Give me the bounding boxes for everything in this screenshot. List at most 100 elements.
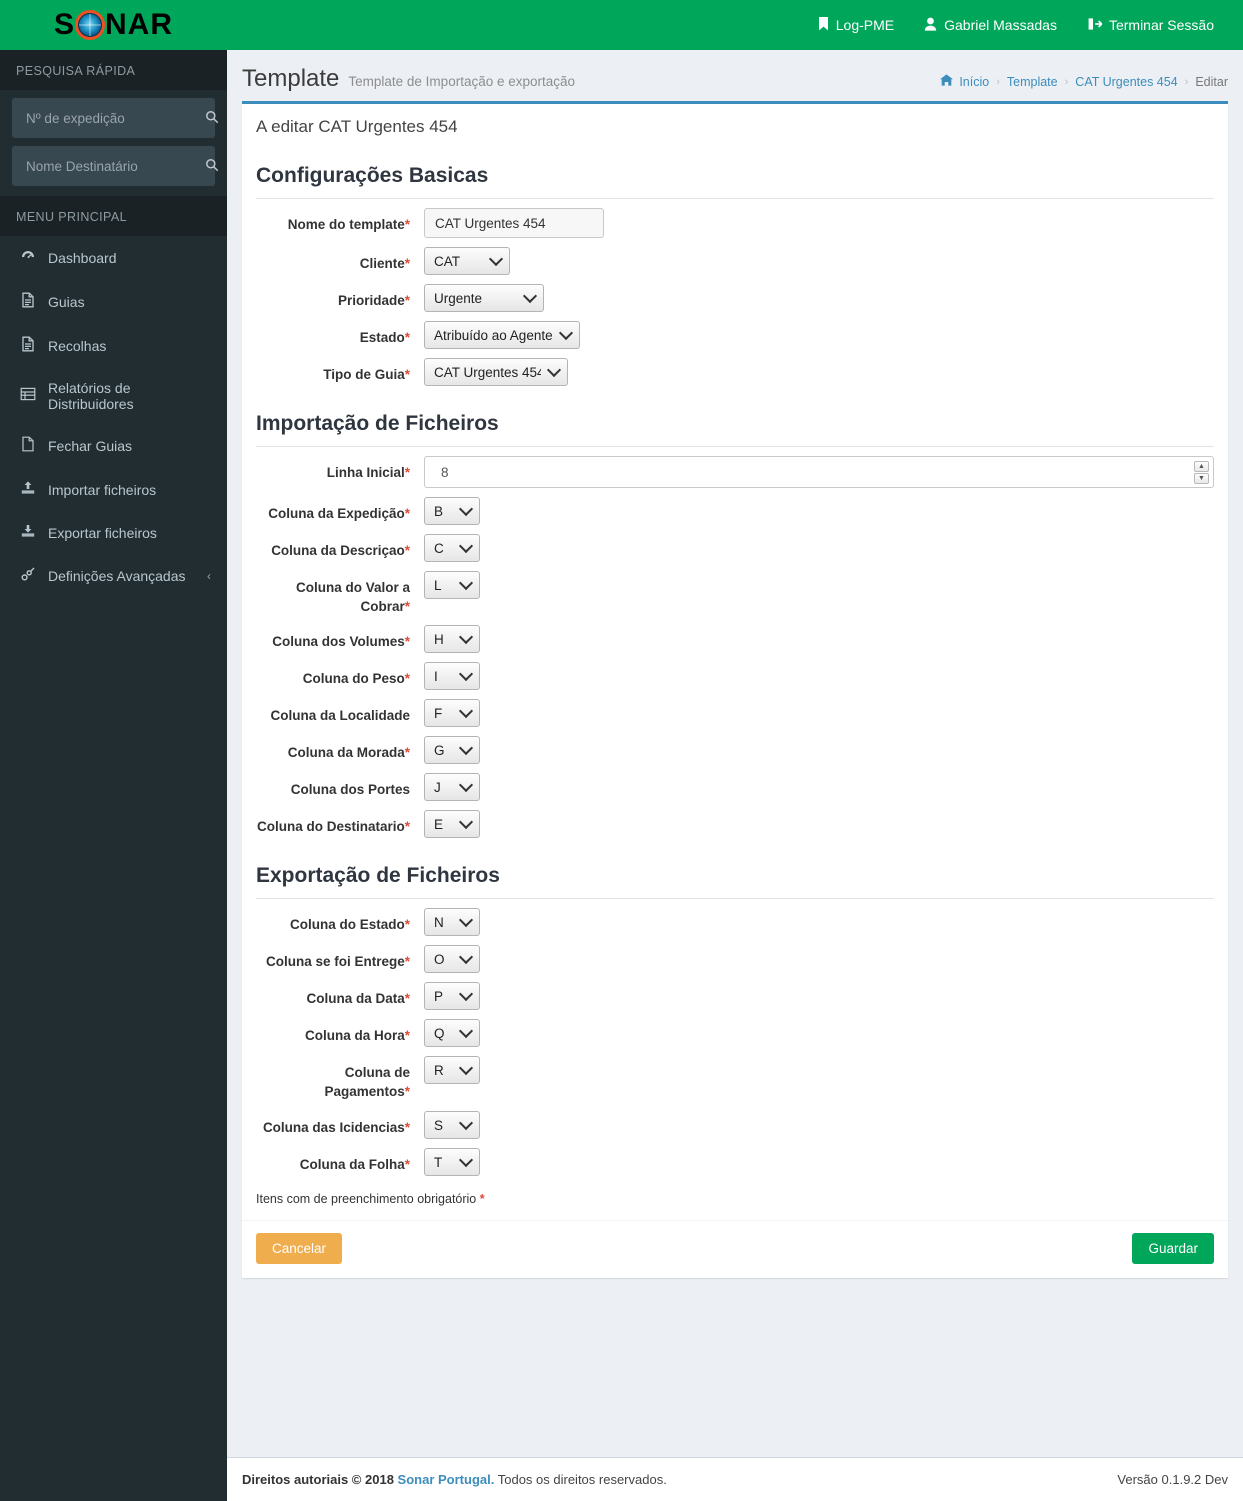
label-text: Tipo de Guia (323, 367, 405, 382)
search-input-expedicao[interactable] (24, 109, 205, 127)
sidebar-item-definicoes-avancadas[interactable]: Definições Avançadas ‹ (0, 554, 227, 598)
file-icon (19, 292, 37, 312)
coluna-da-descricao-select[interactable]: C (424, 534, 480, 562)
coluna-das-icidencias-select[interactable]: S (424, 1110, 480, 1139)
required-marker: * (404, 256, 410, 271)
search-icon[interactable] (205, 110, 219, 127)
coluna-do-estado-select[interactable]: N (424, 908, 480, 937)
page-title: Template (242, 65, 340, 92)
required-marker: * (404, 991, 410, 1007)
nav-item-logout[interactable]: Terminar Sessão (1072, 0, 1229, 50)
breadcrumb-item-inicio[interactable]: Início (939, 74, 989, 89)
save-button[interactable]: Guardar (1132, 1232, 1214, 1264)
estado-select[interactable]: Atribuído ao Agente (424, 321, 580, 349)
sidebar-item-label: Relatórios de Distribuidores (48, 380, 134, 412)
field-coluna-dos-volumes: H (424, 625, 1214, 654)
form-group-coluna-da-morada: Coluna da Morada* G (256, 727, 1214, 765)
breadcrumb-item-cat-urgentes[interactable]: CAT Urgentes 454 (1075, 75, 1177, 89)
brand-logo[interactable]: S NAR (0, 0, 227, 50)
coluna-dos-volumes-select[interactable]: H (424, 625, 480, 654)
required-marker: * (404, 217, 410, 232)
linha-inicial-input[interactable] (439, 463, 1194, 481)
coluna-da-folha-select[interactable]: T (424, 1147, 480, 1176)
sidebar-item-relatorios[interactable]: Relatórios de Distribuidores (0, 368, 227, 424)
coluna-da-data-select[interactable]: P (424, 982, 480, 1011)
label-text: Coluna do Estado (289, 917, 405, 933)
field-coluna-da-localidade: F (424, 699, 1214, 728)
label-coluna-da-hora: Coluna da Hora* (256, 1019, 424, 1045)
nav-item-user[interactable]: Gabriel Massadas (909, 0, 1072, 50)
coluna-da-localidade-select[interactable]: F (424, 699, 480, 728)
cliente-select[interactable]: CAT (424, 247, 510, 275)
coluna-de-pagamentos-select[interactable]: R (424, 1056, 480, 1085)
sidebar-item-label: Exportar ficheiros (48, 524, 157, 541)
coluna-se-foi-entrege-select[interactable]: O (424, 945, 480, 974)
nav-item-log-pme[interactable]: Log-PME (803, 0, 909, 50)
coluna-da-expedicao-select[interactable]: B (424, 497, 480, 525)
coluna-dos-portes-select[interactable]: J (424, 773, 480, 802)
sidebar-item-exportar-ficheiros[interactable]: Exportar ficheiros (0, 511, 227, 554)
sidebar-item-guias[interactable]: Guias (0, 280, 227, 324)
stepper-up-icon[interactable]: ▲ (1194, 460, 1209, 472)
label-coluna-da-localidade: Coluna da Localidade (256, 699, 424, 725)
label-text: Coluna da Descriçao (271, 543, 405, 558)
stepper-down-icon[interactable]: ▼ (1194, 472, 1209, 484)
coluna-do-destinatario-select[interactable]: E (424, 810, 480, 839)
upload-icon (19, 480, 37, 499)
label-cliente: Cliente* (256, 247, 424, 273)
prioridade-select[interactable]: Urgente (424, 284, 544, 312)
file-icon (19, 436, 37, 456)
field-coluna-da-folha: T (424, 1147, 1214, 1176)
nome-template-input[interactable] (424, 208, 604, 238)
label-text: Estado (359, 330, 405, 345)
search-input-destinatario[interactable] (24, 157, 205, 175)
form-group-coluna-dos-volumes: Coluna dos Volumes* H (256, 616, 1214, 654)
tipo-guia-select[interactable]: CAT Urgentes 454 (424, 358, 568, 386)
search-icon[interactable] (205, 158, 219, 175)
field-coluna-da-expedicao: B (424, 497, 1214, 525)
form-group-coluna-do-peso: Coluna do Peso* I (256, 653, 1214, 691)
coluna-do-valor-a-cobrar-select[interactable]: L (424, 571, 480, 599)
field-tipo-guia: CAT Urgentes 454 (424, 358, 1214, 386)
coluna-da-descricao-select-wrap: C (424, 534, 480, 562)
coluna-da-morada-select[interactable]: G (424, 736, 480, 765)
section-title-configuracoes-basicas: Configurações Basicas (256, 164, 1214, 199)
edit-template-box: A editar CAT Urgentes 454 Configurações … (242, 101, 1228, 1278)
label-linha-inicial: Linha Inicial* (256, 456, 424, 482)
field-cliente: CAT (424, 247, 1214, 275)
radar-icon (75, 10, 105, 40)
footer-company-link[interactable]: Sonar Portugal. (398, 1472, 495, 1487)
breadcrumb-item-template[interactable]: Template (1007, 75, 1058, 89)
label-coluna-do-destinatario: Coluna do Destinatario* (256, 810, 424, 836)
label-text: Coluna da Morada (287, 745, 405, 761)
coluna-do-peso-select[interactable]: I (424, 662, 480, 691)
search-box-destinatario[interactable] (12, 146, 219, 186)
sidebar-item-label: Recolhas (48, 338, 107, 354)
quantity-stepper[interactable]: ▲ ▼ (1194, 460, 1209, 484)
label-text: Coluna dos Portes (290, 782, 410, 798)
sidebar-item-recolhas[interactable]: Recolhas (0, 324, 227, 368)
label-coluna-do-estado: Coluna do Estado* (256, 908, 424, 934)
label-text: Coluna da Expedição (268, 506, 405, 521)
download-icon (19, 523, 37, 542)
form-group-coluna-das-icidencias: Coluna das Icidencias* S (256, 1102, 1214, 1139)
sidebar-item-importar-ficheiros[interactable]: Importar ficheiros (0, 468, 227, 511)
section-title-exportacao-ficheiros: Exportação de Ficheiros (256, 864, 1214, 900)
label-nome-template: Nome do template* (256, 208, 424, 234)
cancel-button[interactable]: Cancelar (256, 1232, 343, 1264)
sidebar-item-dashboard[interactable]: Dashboard (0, 236, 227, 280)
coluna-da-hora-select[interactable]: Q (424, 1019, 480, 1048)
field-coluna-da-hora: Q (424, 1019, 1214, 1048)
field-coluna-de-pagamentos: R (424, 1056, 1214, 1085)
required-marker: * (404, 1028, 410, 1044)
footer-version: Versão 0.1.9.2 Dev (1117, 1472, 1228, 1487)
field-estado: Atribuído ao Agente (424, 321, 1214, 349)
form-group-coluna-dos-portes: Coluna dos Portes J (256, 764, 1214, 802)
label-text: Cliente (359, 256, 405, 271)
label-text: Coluna do Peso (302, 671, 405, 687)
coluna-dos-portes-select-wrap: J (424, 773, 480, 802)
search-box-expedicao[interactable] (12, 98, 219, 138)
sidebar-item-fechar-guias[interactable]: Fechar Guias (0, 424, 227, 468)
coluna-da-folha-select-wrap: T (424, 1147, 480, 1176)
sidebar: S NAR PESQUISA RÁPIDA MENU PRINCIPAL (0, 0, 227, 1501)
